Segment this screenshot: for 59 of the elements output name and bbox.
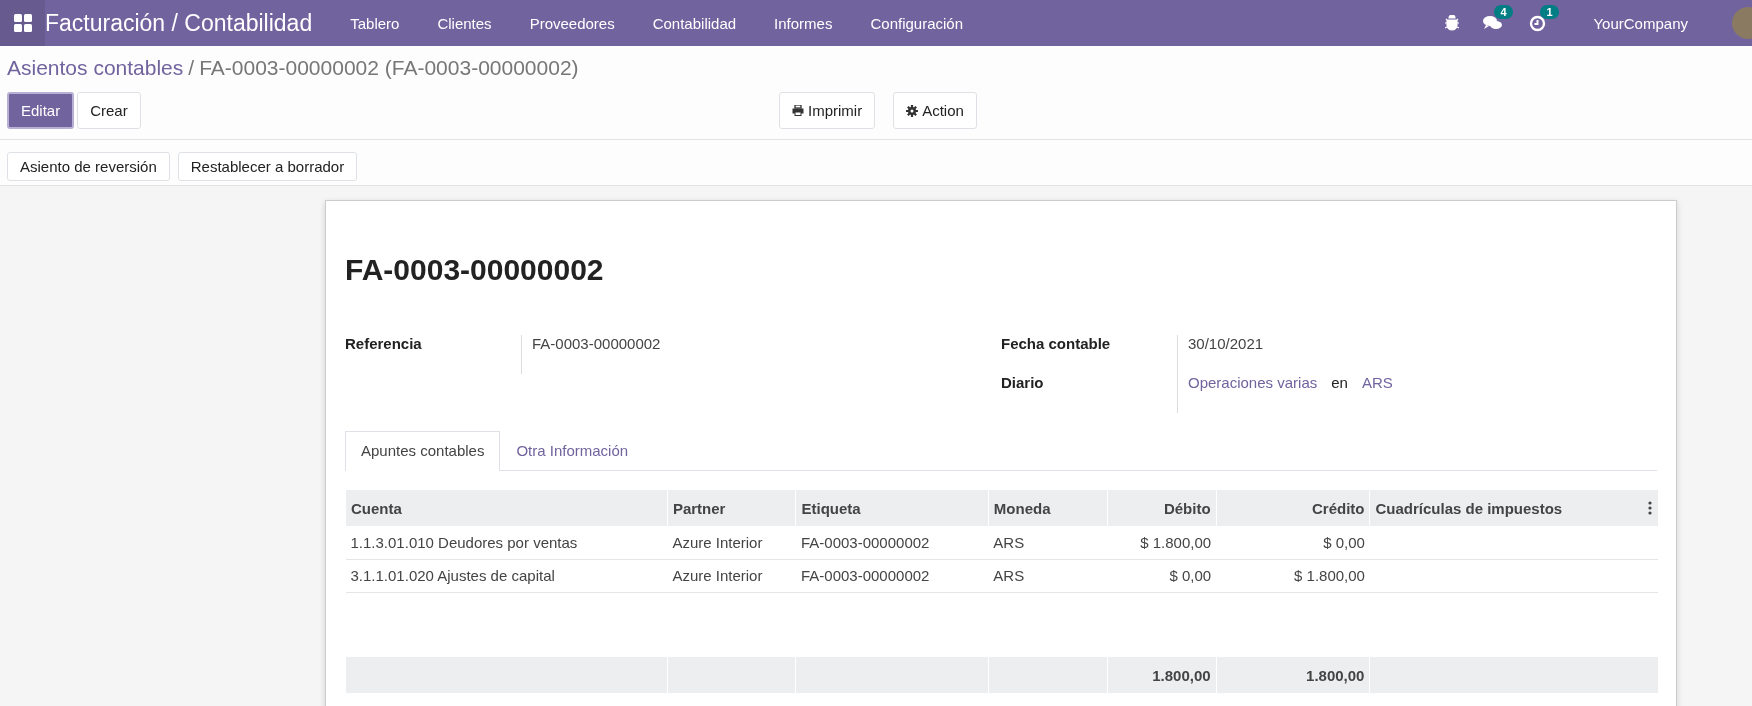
breadcrumb-link[interactable]: Asientos contables <box>7 56 184 80</box>
field-label: Diario <box>1001 374 1045 393</box>
tab[interactable]: Apuntes contables <box>345 431 501 471</box>
message-count-badge: 4 <box>1494 5 1513 19</box>
menu-item[interactable]: Contabilidad <box>652 14 737 32</box>
print-button[interactable]: Imprimir <box>779 92 876 129</box>
menu-item[interactable]: Configuración <box>870 14 963 32</box>
field-value: FA-0003-00000002 <box>521 335 1001 374</box>
menu-item[interactable]: Clientes <box>437 14 492 32</box>
table-cell: Azure Interior <box>672 567 763 584</box>
menu-item[interactable]: Proveedores <box>529 14 615 32</box>
table-cell: $ 1.800,00 <box>1140 533 1212 551</box>
column-header[interactable]: Etiqueta <box>801 499 861 517</box>
table-cell: FA-0003-00000002 <box>801 533 930 551</box>
company-name[interactable]: YourCompany <box>1593 14 1688 32</box>
kebab-menu-icon[interactable] <box>1648 501 1652 515</box>
printer-icon <box>792 105 804 116</box>
table-cell: 1.1.3.01.010 Deudores por ventas <box>350 533 578 551</box>
column-header[interactable]: Débito <box>1163 499 1211 517</box>
table-cell: Azure Interior <box>672 533 763 551</box>
connector-text: en <box>1331 374 1348 391</box>
column-header[interactable]: Cuenta <box>351 499 402 517</box>
entry-title: FA-0003-00000002 <box>345 253 605 287</box>
tab[interactable]: Otra Información <box>500 431 645 470</box>
header-button[interactable]: Restablecer a borrador <box>177 152 358 181</box>
create-button[interactable]: Crear <box>77 92 141 129</box>
column-header[interactable]: Cuadrículas de impuestos <box>1375 499 1563 517</box>
breadcrumb-separator: / <box>188 56 195 80</box>
column-header[interactable]: Crédito <box>1311 499 1365 517</box>
breadcrumb-current: FA-0003-00000002 (FA-0003-00000002) <box>199 56 579 80</box>
table-cell: $ 0,00 <box>1323 533 1365 551</box>
column-header[interactable]: Moneda <box>993 499 1051 517</box>
table-cell: $ 1.800,00 <box>1294 567 1365 584</box>
menu-item[interactable]: Informes <box>774 14 833 32</box>
menu-item[interactable]: Tablero <box>350 14 400 32</box>
gear-icon <box>906 104 919 117</box>
bug-icon[interactable] <box>1445 15 1460 31</box>
field-label: Referencia <box>345 335 423 354</box>
header-button[interactable]: Asiento de reversión <box>7 152 170 181</box>
table-cell: FA-0003-00000002 <box>801 567 930 584</box>
table-cell: ARS <box>993 567 1025 584</box>
journal-link[interactable]: Operaciones varias <box>1188 374 1318 391</box>
field-value: 30/10/2021 <box>1177 335 1657 374</box>
edit-button[interactable]: Editar <box>7 92 75 129</box>
table-cell: 3.1.1.01.020 Ajustes de capital <box>350 567 555 584</box>
grid-icon <box>13 14 32 32</box>
table-cell: $ 0,00 <box>1169 567 1212 584</box>
table-cell: ARS <box>993 533 1025 551</box>
clock-icon[interactable] <box>1529 14 1547 32</box>
currency-link[interactable]: ARS <box>1361 374 1393 391</box>
total-cell: 1.800,00 <box>1306 666 1365 684</box>
chat-icon[interactable] <box>1483 15 1503 31</box>
activity-count-badge: 1 <box>1540 4 1559 19</box>
total-cell: 1.800,00 <box>1152 666 1211 684</box>
app-title: Facturación / Contabilidad <box>45 9 313 37</box>
column-header[interactable]: Partner <box>672 499 726 517</box>
action-button[interactable]: Action <box>893 92 977 129</box>
apps-menu-button[interactable] <box>0 0 45 46</box>
field-label: Fecha contable <box>1001 335 1112 354</box>
